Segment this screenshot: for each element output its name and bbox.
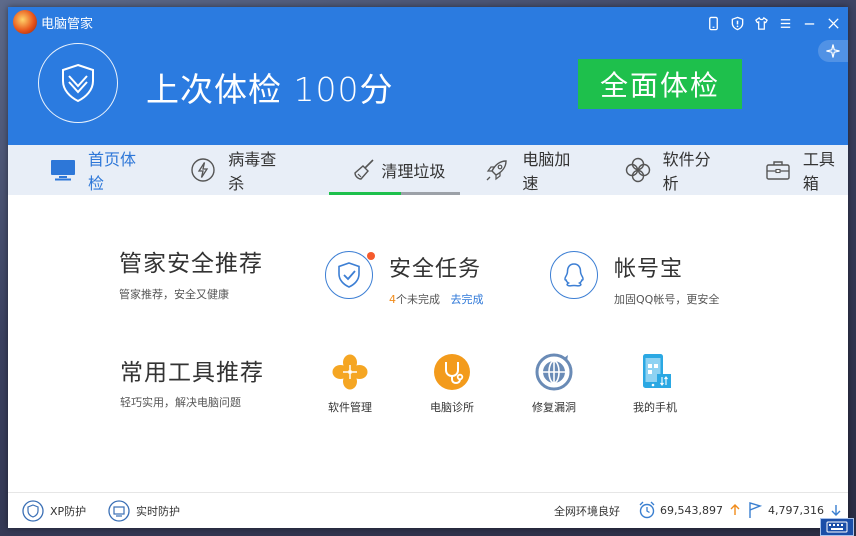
main-tabs: 首页体检 病毒查杀 清理垃圾 电脑加速 软件分析 工具箱: [8, 145, 848, 195]
tool-fix-vulnerability[interactable]: 修复漏洞: [514, 352, 594, 415]
stat-threats[interactable]: 4,797,316: [746, 500, 847, 520]
toolbox-icon: [763, 157, 793, 183]
rocket-icon: [482, 157, 512, 183]
security-task-link[interactable]: 去完成: [451, 293, 484, 306]
status-bar: XP防护 实时防护 全网环境良好 69,543,897 4,797,316: [8, 492, 848, 528]
arrow-down-icon: [831, 505, 841, 516]
security-task-card[interactable]: 安全任务 4个未完成 去完成: [325, 251, 484, 307]
tab-label: 电脑加速: [522, 150, 571, 193]
close-icon[interactable]: [824, 14, 842, 32]
tab-pc-speedup[interactable]: 电脑加速: [482, 145, 582, 195]
monitor-icon: [48, 157, 78, 183]
alarm-clock-icon: [639, 501, 655, 519]
skin-shirt-icon[interactable]: [752, 14, 770, 32]
recommend-subtitle: 管家推荐，安全又健康: [119, 288, 229, 301]
broom-icon: [349, 157, 379, 183]
stethoscope-icon: [432, 352, 472, 392]
tab-home-exam[interactable]: 首页体检: [48, 145, 148, 195]
tab-label: 首页体检: [88, 150, 137, 193]
flag-icon: [749, 502, 763, 518]
tab-progress-fill: [329, 192, 402, 195]
monitor-shield-icon: [108, 500, 130, 522]
shield-badge-icon[interactable]: [728, 14, 746, 32]
xp-protect-label: XP防护: [50, 505, 87, 518]
arrow-up-icon: [730, 504, 740, 515]
app-title: 电脑管家: [41, 17, 94, 32]
app-logo-icon: [13, 10, 37, 34]
clover-icon: [623, 157, 653, 183]
tool-label: 我的手机: [633, 401, 677, 414]
xp-shield-icon: [22, 500, 44, 522]
security-task-count: 4: [389, 293, 396, 306]
last-exam-score: 上次体检 100分: [146, 70, 394, 109]
network-status: 全网环境良好: [554, 505, 620, 518]
app-window: 电脑管家 上次体检 100分 全面体检 首页体检 病毒查杀 清理垃圾 电脑加速 …: [8, 7, 848, 528]
full-exam-button[interactable]: 全面体检: [578, 59, 742, 109]
patch-globe-icon: [534, 352, 574, 392]
minimize-icon[interactable]: [800, 14, 818, 32]
account-subtitle: 加固QQ帐号，更安全: [614, 293, 720, 306]
lightning-icon: [188, 157, 218, 183]
notification-dot: [367, 252, 375, 260]
keyboard-icon[interactable]: [820, 518, 854, 536]
account-title: 帐号宝: [614, 257, 684, 282]
recommend-title: 管家安全推荐: [119, 251, 263, 277]
stat-threats-value: 4,797,316: [768, 503, 824, 517]
title-controls: [704, 14, 842, 32]
security-task-status: 4个未完成 去完成: [389, 291, 484, 307]
menu-icon[interactable]: [776, 14, 794, 32]
realtime-protect-button[interactable]: 实时防护: [108, 500, 180, 522]
tab-clean-junk[interactable]: 清理垃圾: [329, 145, 461, 195]
tool-label: 软件管理: [328, 401, 372, 414]
tab-toolbox[interactable]: 工具箱: [763, 145, 848, 195]
tab-label: 清理垃圾: [381, 162, 446, 181]
qq-penguin-icon: [550, 251, 598, 299]
tool-software-manager[interactable]: 软件管理: [310, 352, 390, 415]
tools-subtitle: 轻巧实用，解决电脑问题: [120, 396, 241, 409]
tool-label: 修复漏洞: [532, 401, 576, 414]
account-card[interactable]: 帐号宝 加固QQ帐号，更安全: [550, 251, 719, 307]
tool-label: 电脑诊所: [430, 401, 474, 414]
tools-title: 常用工具推荐: [120, 360, 264, 386]
stat-online[interactable]: 69,543,897: [638, 500, 746, 520]
tab-progress-bar: [329, 192, 461, 195]
header: 电脑管家 上次体检 100分 全面体检: [8, 7, 848, 145]
stat-online-value: 69,543,897: [660, 503, 723, 517]
security-task-title: 安全任务: [389, 257, 482, 282]
phone-icon: [635, 352, 675, 392]
xp-protect-button[interactable]: XP防护: [22, 500, 86, 522]
phone-icon[interactable]: [704, 14, 722, 32]
tab-label: 工具箱: [802, 150, 835, 193]
tool-my-phone[interactable]: 我的手机: [615, 352, 695, 415]
security-task-pending: 个未完成: [396, 293, 440, 306]
shield-check-icon: [325, 251, 375, 299]
realtime-protect-label: 实时防护: [136, 505, 180, 518]
tab-virus-scan[interactable]: 病毒查杀: [188, 145, 288, 195]
tab-label: 软件分析: [662, 150, 711, 193]
sparkle-icon[interactable]: [818, 40, 848, 62]
tab-software-analysis[interactable]: 软件分析: [623, 145, 723, 195]
clover-orange-icon: [330, 352, 370, 392]
tab-label: 病毒查杀: [228, 150, 277, 193]
tool-pc-clinic[interactable]: 电脑诊所: [412, 352, 492, 415]
shield-logo-icon: [38, 43, 118, 123]
